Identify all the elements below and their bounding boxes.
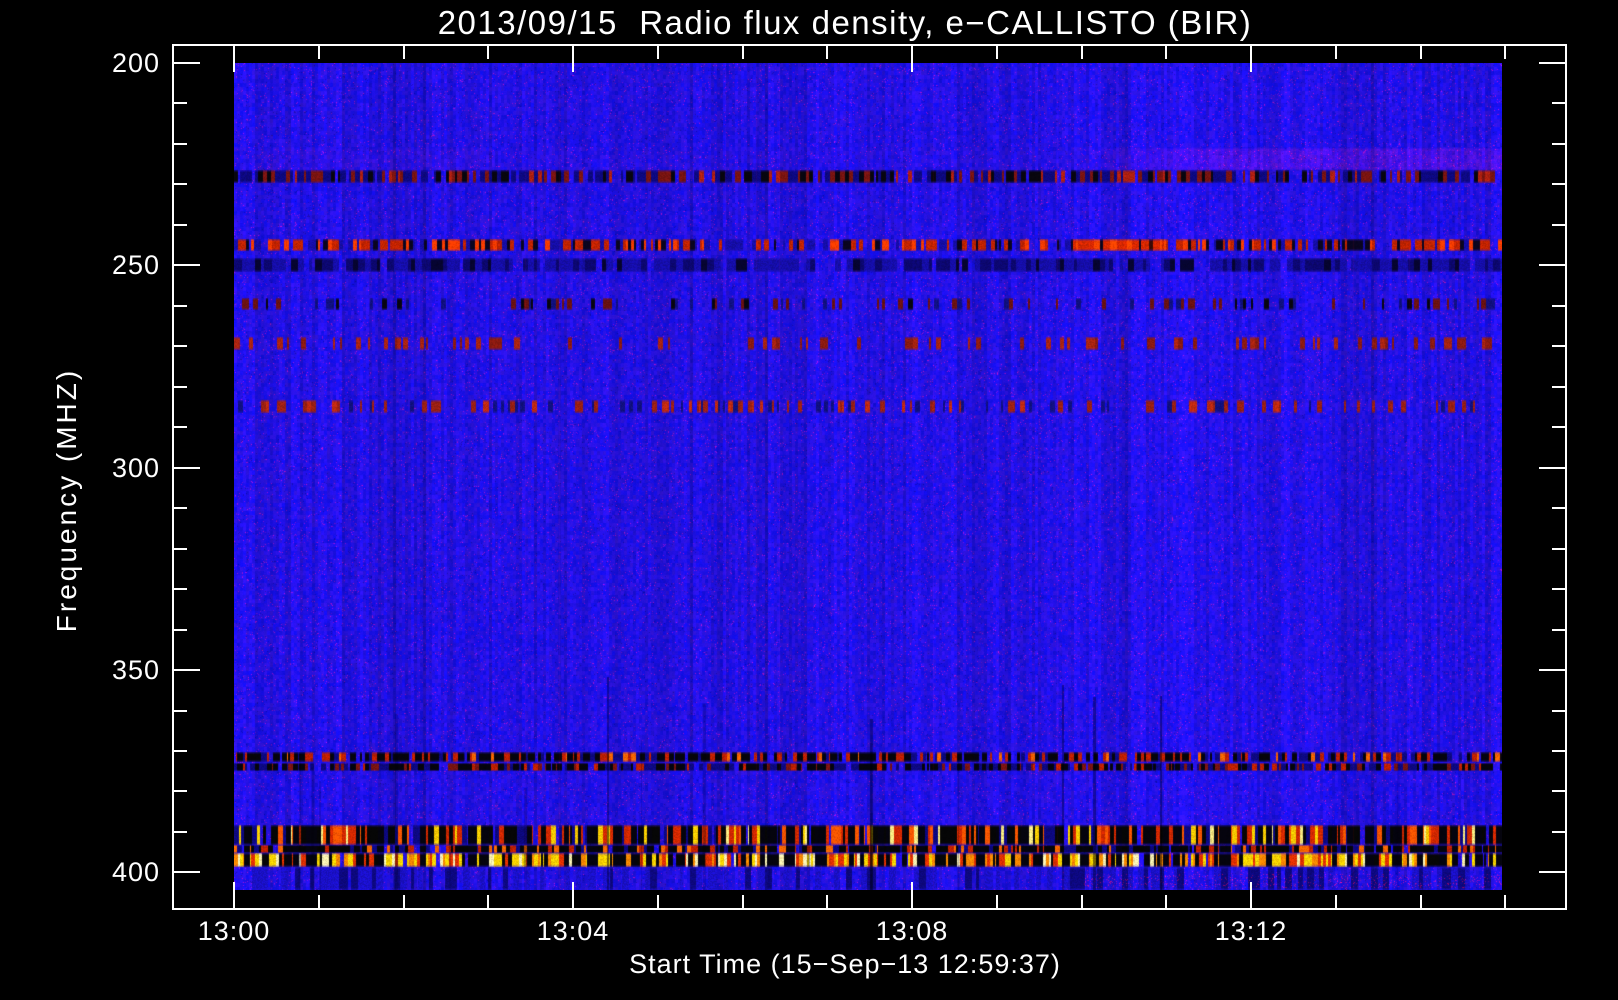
x-minor-tick-top [317,46,320,59]
y-minor-tick-left [174,830,187,833]
y-minor-tick-right [1552,142,1565,145]
y-minor-tick-left [174,183,187,186]
x-tick-label: 13:00 [197,916,271,946]
y-tick-label: 400 [111,857,160,888]
x-minor-tick-top [402,46,405,59]
y-minor-tick-right [1552,183,1565,186]
y-major-tick-left [174,62,200,64]
x-major-tick-top [1250,46,1252,72]
x-minor-tick-bottom [1080,895,1083,908]
x-minor-tick-bottom [995,895,998,908]
y-major-tick-right [1539,871,1565,874]
x-tick-label: 13:04 [536,916,610,946]
y-minor-tick-right [1552,385,1565,388]
y-axis-title: Frequency (MHZ) [51,367,82,633]
y-minor-tick-left [174,345,187,348]
x-minor-tick-top [1080,46,1083,59]
y-major-tick-left [174,264,200,267]
y-minor-tick-left [174,749,187,752]
x-major-tick-top [233,46,235,72]
y-minor-tick-left [174,588,187,591]
callisto-spectrogram-figure: 2013/09/15 Radio flux density, e−CALLIST… [0,0,1618,1000]
y-minor-tick-left [174,426,187,429]
y-minor-tick-left [174,790,187,793]
y-minor-tick-right [1552,547,1565,550]
y-minor-tick-right [1552,223,1565,226]
y-minor-tick-right [1552,426,1565,429]
chart-title: 2013/09/15 Radio flux density, e−CALLIST… [437,4,1253,41]
x-major-tick-top [911,46,913,72]
y-minor-tick-left [174,223,187,226]
y-minor-tick-right [1552,588,1565,591]
x-minor-tick-top [1334,46,1337,59]
x-major-tick-bottom [911,882,913,908]
y-major-tick-right [1539,62,1565,64]
y-major-tick-right [1539,264,1565,267]
x-tick-label: 13:08 [875,916,949,946]
x-minor-tick-bottom [317,895,320,908]
x-minor-tick-top [995,46,998,59]
y-minor-tick-right [1552,830,1565,833]
y-tick-label: 250 [111,250,160,281]
y-major-tick-left [174,669,200,672]
x-minor-tick-bottom [1504,895,1507,908]
y-minor-tick-right [1552,628,1565,631]
x-minor-tick-top [487,46,490,59]
x-minor-tick-top [826,46,829,59]
y-minor-tick-left [174,547,187,550]
y-major-tick-left [174,466,200,469]
y-minor-tick-left [174,385,187,388]
x-minor-tick-bottom [656,895,659,908]
x-minor-tick-top [1165,46,1168,59]
x-tick-label: 13:12 [1214,916,1288,946]
y-minor-tick-right [1552,790,1565,793]
x-major-tick-top [572,46,574,72]
y-tick-label: 350 [111,655,160,686]
x-minor-tick-bottom [1165,895,1168,908]
x-major-tick-bottom [233,882,235,908]
x-axis-title: Start Time (15−Sep−13 12:59:37) [629,949,1061,979]
x-major-tick-bottom [1250,882,1252,908]
y-minor-tick-right [1552,709,1565,712]
y-minor-tick-right [1552,102,1565,105]
x-minor-tick-bottom [487,895,490,908]
y-minor-tick-right [1552,507,1565,510]
x-minor-tick-top [1419,46,1422,59]
x-minor-tick-bottom [402,895,405,908]
x-minor-tick-bottom [1334,895,1337,908]
y-minor-tick-right [1552,345,1565,348]
y-minor-tick-left [174,304,187,307]
x-major-tick-bottom [572,882,574,908]
y-minor-tick-left [174,507,187,510]
y-minor-tick-left [174,628,187,631]
x-minor-tick-top [1504,46,1507,59]
y-minor-tick-left [174,142,187,145]
y-minor-tick-right [1552,749,1565,752]
x-minor-tick-top [656,46,659,59]
y-minor-tick-left [174,102,187,105]
y-tick-label: 200 [111,48,160,78]
y-minor-tick-left [174,709,187,712]
plot-frame [172,44,1567,910]
y-minor-tick-right [1552,304,1565,307]
x-minor-tick-bottom [826,895,829,908]
y-major-tick-left [174,871,200,874]
y-major-tick-right [1539,669,1565,672]
y-major-tick-right [1539,466,1565,469]
x-minor-tick-bottom [1419,895,1422,908]
x-minor-tick-bottom [741,895,744,908]
x-minor-tick-top [741,46,744,59]
